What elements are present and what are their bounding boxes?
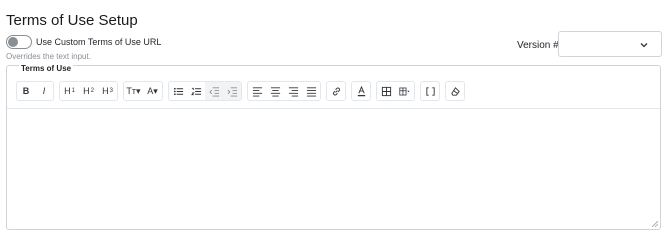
table-options-icon[interactable] xyxy=(395,82,414,100)
clear-group xyxy=(445,81,465,101)
heading-group: H1 H2 H3 xyxy=(59,81,118,101)
terms-editor: Terms of Use B I H1 H2 H3 Tт▾ A▾ xyxy=(6,64,661,230)
font-style-button[interactable]: A▾ xyxy=(143,82,162,100)
heading-2-button[interactable]: H2 xyxy=(79,82,98,100)
text-color-icon[interactable] xyxy=(352,82,370,100)
align-right-icon[interactable] xyxy=(284,82,302,100)
resize-handle-icon[interactable] xyxy=(652,221,658,227)
clear-format-icon[interactable] xyxy=(446,82,464,100)
code-block-icon[interactable] xyxy=(421,82,439,100)
editor-label: Terms of Use xyxy=(19,64,74,73)
font-group: Tт▾ A▾ xyxy=(123,81,163,101)
bold-button[interactable]: B xyxy=(17,82,35,100)
list-group xyxy=(168,81,242,101)
heading-1-button[interactable]: H1 xyxy=(60,82,79,100)
custom-url-toggle[interactable] xyxy=(6,35,32,49)
toggle-help-text: Overrides the text input. xyxy=(6,52,91,61)
editor-toolbar: B I H1 H2 H3 Tт▾ A▾ xyxy=(16,79,470,103)
toggle-label: Use Custom Terms of Use URL xyxy=(36,37,162,47)
italic-button[interactable]: I xyxy=(35,82,53,100)
align-left-icon[interactable] xyxy=(248,82,266,100)
align-center-icon[interactable] xyxy=(266,82,284,100)
text-size-button[interactable]: Tт▾ xyxy=(124,82,143,100)
format-group: B I xyxy=(16,81,54,101)
table-icon[interactable] xyxy=(377,82,395,100)
toggle-knob xyxy=(8,37,18,47)
link-icon[interactable] xyxy=(327,82,345,100)
indent-icon[interactable] xyxy=(223,82,241,100)
numbered-list-icon[interactable] xyxy=(187,82,205,100)
embed-group xyxy=(420,81,440,101)
color-group xyxy=(351,81,371,101)
link-group xyxy=(326,81,346,101)
bullet-list-icon[interactable] xyxy=(169,82,187,100)
table-group xyxy=(376,81,415,101)
chevron-down-icon xyxy=(640,43,648,48)
align-justify-icon[interactable] xyxy=(302,82,320,100)
heading-3-button[interactable]: H3 xyxy=(98,82,117,100)
align-group xyxy=(247,81,321,101)
page-title: Terms of Use Setup xyxy=(6,12,138,29)
version-label: Version # xyxy=(517,40,559,51)
editor-content-area[interactable] xyxy=(7,108,660,229)
version-select[interactable] xyxy=(558,31,662,57)
outdent-icon[interactable] xyxy=(205,82,223,100)
custom-url-toggle-row: Use Custom Terms of Use URL xyxy=(6,35,161,49)
